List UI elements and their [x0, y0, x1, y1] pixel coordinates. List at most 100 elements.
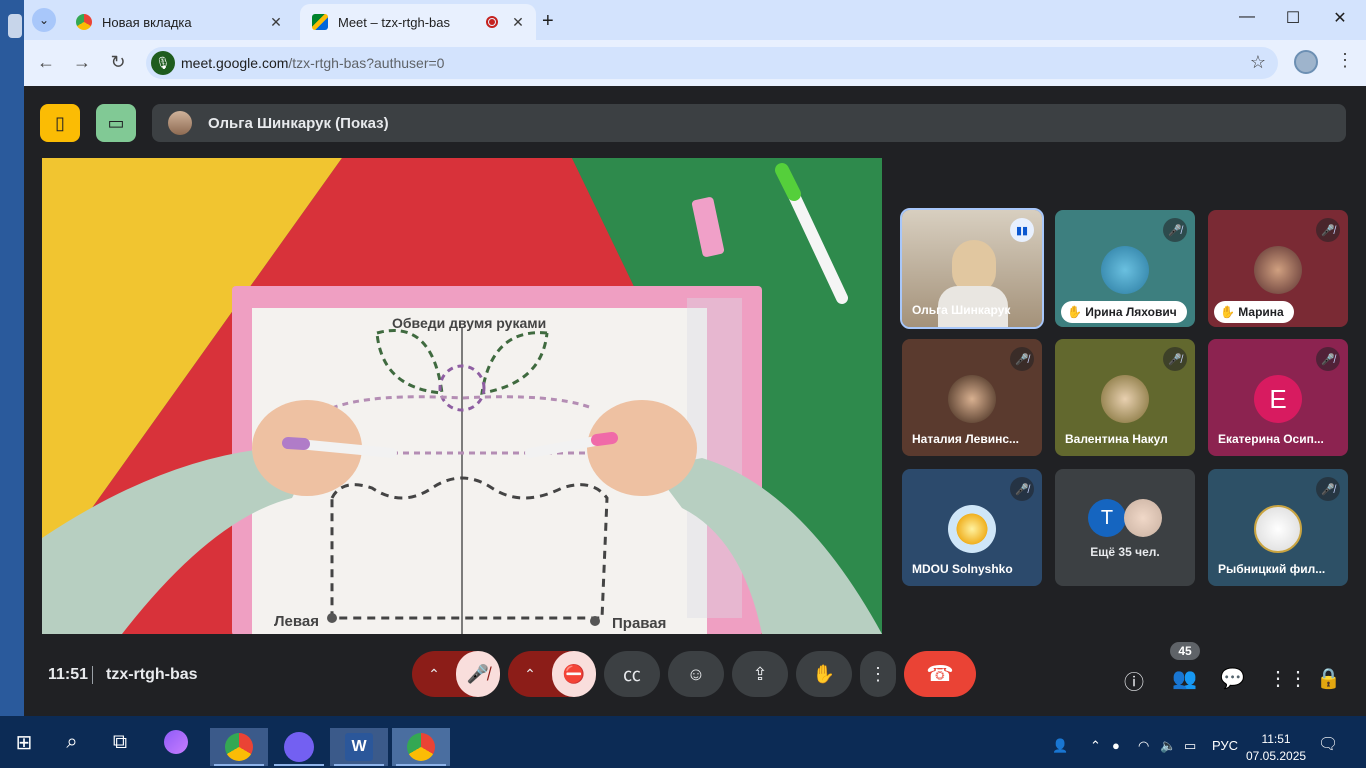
present-screen-button[interactable]: ⇪	[732, 651, 788, 697]
avatar	[1101, 375, 1149, 423]
tab-title: Новая вкладка	[102, 14, 192, 30]
worksheet-title: Обведи двумя руками	[392, 315, 546, 331]
alice-assistant-icon[interactable]	[160, 726, 192, 758]
mic-off-icon: 🎤̸	[1010, 477, 1034, 501]
raised-hand-label: ✋ Марина	[1214, 301, 1294, 323]
chevron-up-icon[interactable]: ⌃	[412, 666, 456, 683]
presenter-name: Ольга Шинкарук (Показ)	[208, 115, 389, 132]
back-button[interactable]: ←	[34, 52, 58, 73]
raise-hand-button[interactable]: ✋	[796, 651, 852, 697]
close-window-button[interactable]: ✕	[1325, 8, 1355, 28]
people-icon[interactable]: 👥	[1172, 666, 1197, 691]
tab-meet[interactable]: Meet – tzx-rtgh-bas ✕	[300, 4, 536, 40]
people-count-badge: 45	[1170, 642, 1200, 660]
leave-call-button[interactable]: ☎	[904, 651, 976, 697]
shared-screen: Обведи двумя руками Левая Правая	[42, 158, 882, 634]
companion-mode-icon[interactable]: ▯	[40, 104, 80, 142]
activities-icon[interactable]: ⋮⋮	[1268, 666, 1308, 691]
windows-start-icon[interactable]: ⊞	[8, 726, 40, 758]
language-indicator[interactable]: РУС	[1212, 738, 1238, 753]
browser-window: ⌄ Новая вкладка ✕ Meet – tzx-rtgh-bas ✕ …	[24, 0, 1366, 716]
taskbar: ⊞ ⌕ ⧉ W 👤 ⌃ ● ◠ 🔈 ▭ РУС 11:51 07.05.2025 …	[0, 716, 1366, 768]
right-hand-label: Правая	[612, 615, 666, 632]
avatar	[948, 375, 996, 423]
search-icon[interactable]: ⌕	[56, 726, 88, 758]
more-participants-label: Ещё 35 чел.	[1090, 545, 1160, 559]
profile-avatar[interactable]	[1294, 50, 1318, 74]
more-participants-tile[interactable]: T Ещё 35 чел.	[1055, 469, 1195, 586]
separator	[92, 666, 93, 684]
avatar: T	[1088, 499, 1126, 537]
meeting-info-icon[interactable]: ⓘ	[1124, 666, 1144, 695]
close-icon[interactable]: ✕	[266, 12, 286, 32]
participant-tile[interactable]: 🎤̸ Наталия Левинс...	[902, 339, 1042, 456]
battery-icon[interactable]: ▭	[1184, 738, 1196, 754]
host-controls-icon[interactable]: 🔒	[1316, 666, 1341, 691]
participant-name: Ольга Шинкарук	[912, 303, 1011, 317]
status-tray-icon[interactable]: ●	[1112, 738, 1120, 753]
raised-hand-label: ✋ Ирина Ляхович	[1061, 301, 1187, 323]
bookmark-star-icon[interactable]: ☆	[1250, 52, 1266, 73]
participant-tile[interactable]: 🎤̸ ✋ Марина	[1208, 210, 1348, 327]
chevron-up-icon[interactable]: ⌃	[508, 666, 552, 683]
participant-name: Рыбницкий фил...	[1218, 562, 1326, 576]
chrome-meet-taskbar-button[interactable]	[392, 728, 450, 766]
new-tab-button[interactable]: +	[542, 10, 554, 33]
presenter-bar: Ольга Шинкарук (Показ)	[152, 104, 1346, 142]
viber-taskbar-button[interactable]	[270, 728, 328, 766]
meeting-clock: 11:51	[48, 666, 89, 683]
browser-menu-icon[interactable]: ⋮	[1336, 50, 1354, 71]
tab-new-tab[interactable]: Новая вкладка ✕	[64, 4, 294, 40]
close-icon[interactable]: ✕	[508, 12, 528, 32]
presenter-avatar	[168, 111, 192, 135]
more-options-button[interactable]: ⋮	[860, 651, 896, 697]
recording-icon	[486, 16, 498, 28]
people-tray-icon[interactable]: 👤	[1052, 738, 1068, 754]
meet-content: ▯ ▭ Ольга Шинкарук (Показ) Обведи двумя …	[24, 86, 1366, 716]
participant-tile[interactable]: 🎤̸ MDOU Solnyshko	[902, 469, 1042, 586]
mic-off-button[interactable]: 🎤̸	[456, 651, 500, 697]
word-taskbar-button[interactable]: W	[330, 728, 388, 766]
tab-strip: ⌄ Новая вкладка ✕ Meet – tzx-rtgh-bas ✕ …	[24, 0, 1366, 40]
avatar	[1254, 246, 1302, 294]
mic-control-group: ⌃ 🎤̸	[412, 651, 500, 697]
camera-off-button[interactable]: ⛔	[552, 651, 596, 697]
microphone-in-use-icon[interactable]: 🎙	[151, 51, 175, 75]
notifications-icon[interactable]: 🗨	[1318, 734, 1338, 754]
participant-name: Валентина Накул	[1065, 432, 1168, 446]
mic-off-icon: 🎤̸	[1316, 477, 1340, 501]
chat-icon[interactable]: 💬	[1220, 666, 1245, 691]
minimize-button[interactable]: —	[1232, 8, 1262, 26]
participant-name: Наталия Левинс...	[912, 432, 1019, 446]
maximize-button[interactable]: ☐	[1278, 8, 1308, 28]
participant-tile[interactable]: 🎤̸ Рыбницкий фил...	[1208, 469, 1348, 586]
tray-overflow-icon[interactable]: ⌃	[1090, 738, 1101, 754]
address-bar[interactable]: 🎙 meet.google.com/tzx-rtgh-bas?authuser=…	[146, 47, 1278, 79]
speaking-indicator-icon: ▮▮	[1010, 218, 1034, 242]
emoji-button[interactable]: ☺	[668, 651, 724, 697]
wifi-icon[interactable]: ◠	[1138, 738, 1149, 754]
captions-button[interactable]: ㏄	[604, 651, 660, 697]
participant-tile[interactable]: E 🎤̸ Екатерина Осип...	[1208, 339, 1348, 456]
tab-title: Meet – tzx-rtgh-bas	[338, 14, 450, 30]
reload-button[interactable]: ↻	[106, 52, 130, 73]
mic-off-icon: 🎤̸	[1163, 218, 1187, 242]
mic-off-icon: 🎤̸	[1010, 347, 1034, 371]
cast-devices-icon[interactable]: ▭	[96, 104, 136, 142]
participant-tile[interactable]: 🎤̸ ✋ Ирина Ляхович	[1055, 210, 1195, 327]
taskbar-clock[interactable]: 11:51 07.05.2025	[1246, 731, 1306, 765]
forward-button[interactable]: →	[70, 52, 94, 73]
task-view-icon[interactable]: ⧉	[104, 726, 136, 758]
participant-tile[interactable]: 🎤̸ Валентина Накул	[1055, 339, 1195, 456]
chrome-taskbar-button[interactable]	[210, 728, 268, 766]
participant-name: Екатерина Осип...	[1218, 432, 1324, 446]
url-text: meet.google.com/tzx-rtgh-bas?authuser=0	[181, 55, 445, 71]
left-hand-label: Левая	[274, 613, 319, 630]
participant-tile[interactable]: ▮▮ Ольга Шинкарук	[900, 208, 1044, 329]
mic-off-icon: 🎤̸	[1316, 347, 1340, 371]
mic-off-icon: 🎤̸	[1316, 218, 1340, 242]
avatar: E	[1254, 375, 1302, 423]
tab-search-button[interactable]: ⌄	[32, 8, 56, 32]
volume-icon[interactable]: 🔈	[1160, 738, 1176, 754]
camera-control-group: ⌃ ⛔	[508, 651, 596, 697]
